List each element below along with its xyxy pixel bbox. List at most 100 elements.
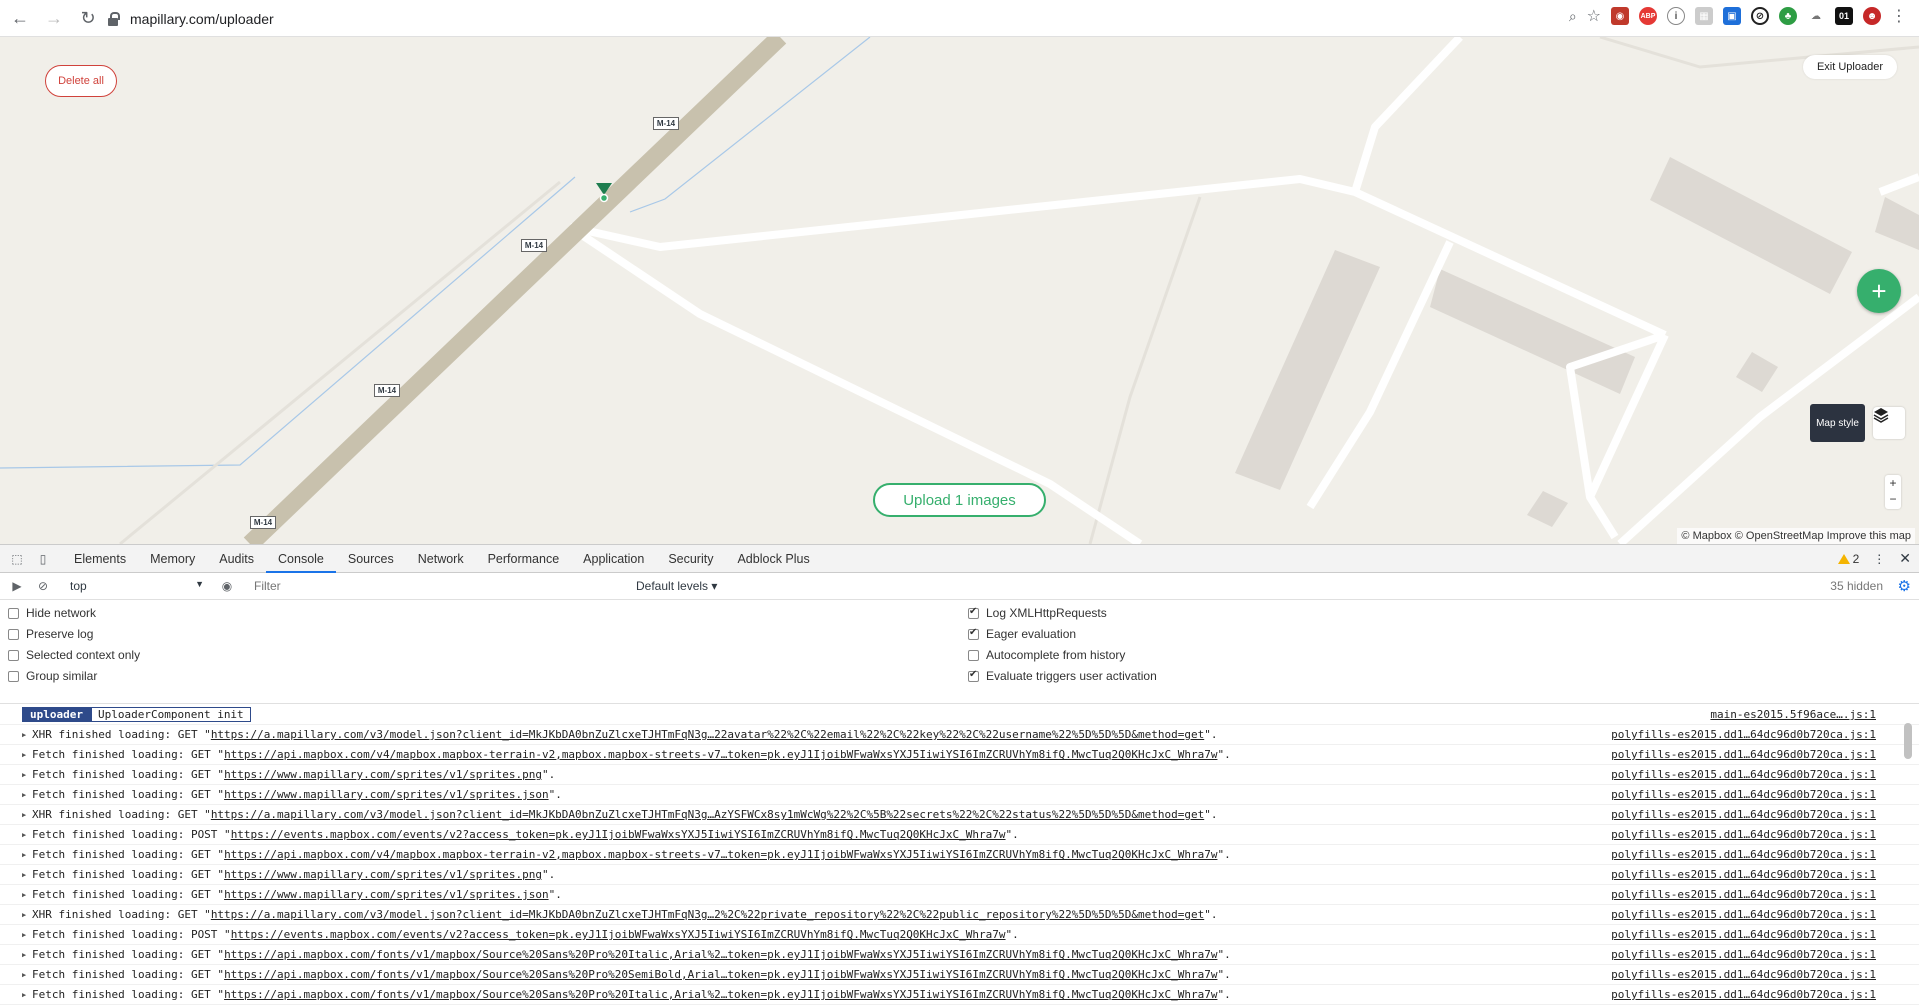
setting-option[interactable]: Log XMLHttpRequests <box>968 606 1107 620</box>
log-source-link[interactable]: polyfills-es2015.dd1…64dc96d0b720ca.js:1 <box>1611 888 1876 901</box>
checkbox[interactable] <box>968 669 979 682</box>
log-source-link[interactable]: polyfills-es2015.dd1…64dc96d0b720ca.js:1 <box>1611 828 1876 841</box>
log-source-link[interactable]: polyfills-es2015.dd1…64dc96d0b720ca.js:1 <box>1611 788 1876 801</box>
checkbox[interactable] <box>8 607 19 619</box>
log-url-link[interactable]: https://api.mapbox.com/v4/mapbox.mapbox-… <box>224 748 1217 761</box>
tab-audits[interactable]: Audits <box>207 545 266 573</box>
context-selector[interactable]: top ▼ <box>70 579 210 593</box>
tab-application[interactable]: Application <box>571 545 656 573</box>
exit-uploader-button[interactable]: Exit Uploader <box>1802 55 1897 79</box>
zoom-magnifier-icon[interactable]: ⌕ <box>1569 8 1577 25</box>
setting-option[interactable]: Autocomplete from history <box>968 648 1125 662</box>
profile-avatar-icon[interactable]: ☻ <box>1863 7 1881 25</box>
extension-block-icon[interactable]: ⊘ <box>1751 7 1769 25</box>
log-url-link[interactable]: https://events.mapbox.com/events/v2?acce… <box>231 928 1006 941</box>
setting-option[interactable]: Selected context only <box>8 648 140 662</box>
log-url-link[interactable]: https://api.mapbox.com/fonts/v1/mapbox/S… <box>224 968 1217 981</box>
log-source-link[interactable]: polyfills-es2015.dd1…64dc96d0b720ca.js:1 <box>1611 868 1876 881</box>
tab-console[interactable]: Console <box>266 545 336 573</box>
extension-blue-icon[interactable]: ▣ <box>1723 7 1741 25</box>
log-source-link[interactable]: main-es2015.5f96ace….js:1 <box>1710 708 1876 721</box>
log-url-link[interactable]: https://api.mapbox.com/v4/mapbox.mapbox-… <box>224 848 1217 861</box>
close-devtools-icon[interactable]: ✕ <box>1899 550 1911 567</box>
log-url-link[interactable]: https://a.mapillary.com/v3/model.json?cl… <box>211 808 1204 821</box>
log-url-link[interactable]: https://www.mapillary.com/sprites/v1/spr… <box>224 768 542 781</box>
device-toolbar-icon[interactable]: ▯ <box>34 550 52 568</box>
checkbox[interactable] <box>8 670 19 682</box>
tab-adblock-plus[interactable]: Adblock Plus <box>725 545 821 573</box>
checkbox[interactable] <box>8 628 19 640</box>
delete-all-button[interactable]: Delete all <box>45 65 117 97</box>
zoom-out-button[interactable]: − <box>1885 491 1901 507</box>
inspect-element-icon[interactable]: ⬚ <box>8 550 26 568</box>
reload-icon[interactable]: ↻ <box>74 4 102 32</box>
tab-sources[interactable]: Sources <box>336 545 406 573</box>
log-url-link[interactable]: https://events.mapbox.com/events/v2?acce… <box>231 828 1006 841</box>
log-url-link[interactable]: https://api.mapbox.com/fonts/v1/mapbox/S… <box>224 948 1217 961</box>
expand-arrow-icon[interactable]: ▶ <box>22 831 32 839</box>
extension-cloud-icon[interactable]: ☁ <box>1807 7 1825 25</box>
forward-arrow-icon[interactable]: → <box>40 4 68 32</box>
expand-arrow-icon[interactable]: ▶ <box>22 951 32 959</box>
setting-option[interactable]: Eager evaluation <box>968 627 1076 641</box>
back-arrow-icon[interactable]: ← <box>6 4 34 32</box>
console-scrollbar[interactable] <box>1903 705 1913 1005</box>
map-layers-button[interactable] <box>1873 407 1905 439</box>
sidebar-toggle-icon[interactable]: ▶ <box>8 577 26 595</box>
log-levels-dropdown[interactable]: Default levels ▾ <box>636 579 717 593</box>
live-expression-eye-icon[interactable]: ◉ <box>218 577 236 595</box>
console-settings-gear-icon[interactable]: ⚙ <box>1898 577 1911 595</box>
extension-adblock-icon[interactable]: ABP <box>1639 7 1657 25</box>
log-source-link[interactable]: polyfills-es2015.dd1…64dc96d0b720ca.js:1 <box>1611 988 1876 1001</box>
tab-memory[interactable]: Memory <box>138 545 207 573</box>
map-attribution[interactable]: © Mapbox © OpenStreetMap Improve this ma… <box>1677 528 1915 544</box>
log-url-link[interactable]: https://www.mapillary.com/sprites/v1/spr… <box>224 788 549 801</box>
extension-green-icon[interactable]: ♣ <box>1779 7 1797 25</box>
log-source-link[interactable]: polyfills-es2015.dd1…64dc96d0b720ca.js:1 <box>1611 928 1876 941</box>
checkbox[interactable] <box>968 627 979 640</box>
clear-console-icon[interactable]: ⊘ <box>34 577 52 595</box>
checkbox[interactable] <box>968 606 979 619</box>
expand-arrow-icon[interactable]: ▶ <box>22 751 32 759</box>
log-source-link[interactable]: polyfills-es2015.dd1…64dc96d0b720ca.js:1 <box>1611 848 1876 861</box>
expand-arrow-icon[interactable]: ▶ <box>22 911 32 919</box>
tab-elements[interactable]: Elements <box>62 545 138 573</box>
tab-security[interactable]: Security <box>656 545 725 573</box>
log-source-link[interactable]: polyfills-es2015.dd1…64dc96d0b720ca.js:1 <box>1611 968 1876 981</box>
setting-option[interactable]: Evaluate triggers user activation <box>968 669 1157 683</box>
checkbox[interactable] <box>968 649 979 661</box>
extension-grey-icon[interactable]: ▦ <box>1695 7 1713 25</box>
setting-option[interactable]: Group similar <box>8 669 97 683</box>
setting-option[interactable]: Preserve log <box>8 627 93 641</box>
log-source-link[interactable]: polyfills-es2015.dd1…64dc96d0b720ca.js:1 <box>1611 748 1876 761</box>
expand-arrow-icon[interactable]: ▶ <box>22 991 32 999</box>
scrollbar-thumb[interactable] <box>1904 723 1912 759</box>
address-bar[interactable]: mapillary.com/uploader <box>108 5 1508 33</box>
log-url-link[interactable]: https://a.mapillary.com/v3/model.json?cl… <box>211 728 1204 741</box>
tab-performance[interactable]: Performance <box>476 545 572 573</box>
checkbox[interactable] <box>8 649 19 661</box>
expand-arrow-icon[interactable]: ▶ <box>22 971 32 979</box>
expand-arrow-icon[interactable]: ▶ <box>22 791 32 799</box>
extension-01-icon[interactable]: 01 <box>1835 7 1853 25</box>
bookmark-star-icon[interactable]: ☆ <box>1587 6 1601 26</box>
expand-arrow-icon[interactable]: ▶ <box>22 811 32 819</box>
expand-arrow-icon[interactable]: ▶ <box>22 851 32 859</box>
extension-circle-icon[interactable]: i <box>1667 7 1685 25</box>
extension-glasses-icon[interactable]: ◉ <box>1611 7 1629 25</box>
expand-arrow-icon[interactable]: ▶ <box>22 731 32 739</box>
upload-images-button[interactable]: Upload 1 images <box>873 483 1046 517</box>
expand-arrow-icon[interactable]: ▶ <box>22 771 32 779</box>
log-source-link[interactable]: polyfills-es2015.dd1…64dc96d0b720ca.js:1 <box>1611 948 1876 961</box>
expand-arrow-icon[interactable]: ▶ <box>22 871 32 879</box>
log-source-link[interactable]: polyfills-es2015.dd1…64dc96d0b720ca.js:1 <box>1611 728 1876 741</box>
add-images-button[interactable]: + <box>1857 269 1901 313</box>
log-source-link[interactable]: polyfills-es2015.dd1…64dc96d0b720ca.js:1 <box>1611 808 1876 821</box>
zoom-in-button[interactable]: + <box>1885 475 1901 491</box>
console-filter-input[interactable] <box>248 576 628 596</box>
expand-arrow-icon[interactable]: ▶ <box>22 891 32 899</box>
expand-arrow-icon[interactable]: ▶ <box>22 931 32 939</box>
log-url-link[interactable]: https://www.mapillary.com/sprites/v1/spr… <box>224 868 542 881</box>
image-location-marker-icon[interactable] <box>594 181 614 203</box>
log-url-link[interactable]: https://a.mapillary.com/v3/model.json?cl… <box>211 908 1204 921</box>
